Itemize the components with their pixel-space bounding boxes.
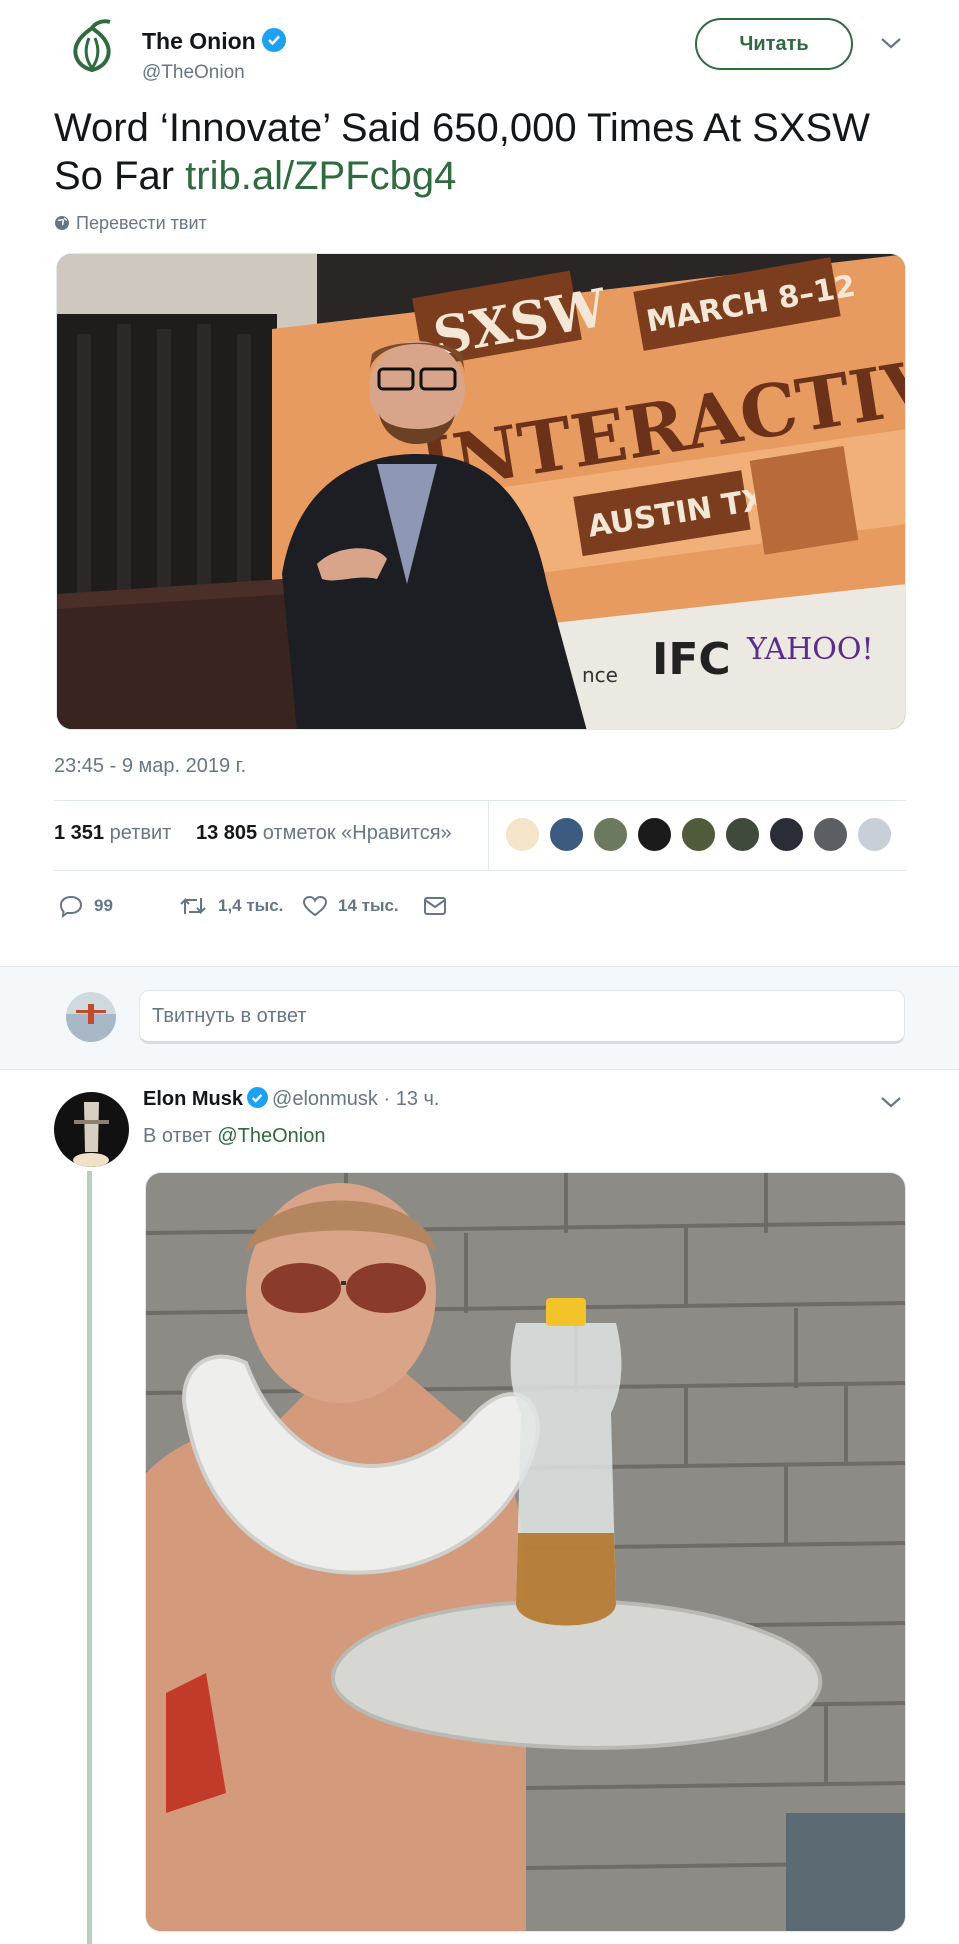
svg-text:nce: nce — [582, 663, 618, 687]
tweet-timestamp[interactable]: 23:45 - 9 мар. 2019 г. — [54, 755, 246, 778]
current-user-avatar — [66, 992, 116, 1042]
retweets-stat[interactable]: 1 351 ретвит — [54, 822, 171, 845]
toilet-seat-photo-illustration — [146, 1173, 905, 1931]
liker-avatar[interactable] — [548, 816, 585, 853]
svg-text:YAHOO!: YAHOO! — [746, 632, 874, 667]
tweet-stats: 1 351 ретвит 13 805 отметок «Нравится» — [54, 800, 906, 870]
tweet-link[interactable]: trib.al/ZPFcbg4 — [185, 154, 456, 198]
thread-line — [87, 1171, 92, 1944]
svg-text:IFC: IFC — [652, 634, 731, 685]
stats-separator — [488, 800, 489, 870]
in-reply-mention[interactable]: @TheOnion — [217, 1125, 325, 1147]
tweet-actions: 99 1,4 тыс. 14 тыс. — [54, 890, 654, 930]
sxsw-photo-illustration: SXSW MARCH 8–12 INTERACTIV AUSTIN TX IFC… — [57, 254, 905, 729]
retweet-button[interactable]: 1,4 тыс. — [178, 890, 283, 922]
follow-button[interactable]: Читать — [695, 18, 853, 70]
reply-input[interactable]: Твитнуть в ответ — [139, 990, 905, 1044]
like-button[interactable]: 14 тыс. — [302, 890, 399, 922]
likes-stat[interactable]: 13 805 отметок «Нравится» — [196, 822, 452, 845]
liker-avatar[interactable] — [680, 816, 717, 853]
liker-avatar[interactable] — [856, 816, 893, 853]
liker-avatar[interactable] — [724, 816, 761, 853]
retweet-icon — [180, 897, 206, 915]
reply-author-handle[interactable]: @elonmusk — [272, 1088, 378, 1110]
tweet-text: Word ‘Innovate’ Said 650,000 Times At SX… — [54, 106, 870, 198]
verified-icon — [261, 28, 286, 52]
tweet-photo[interactable]: SXSW MARCH 8–12 INTERACTIV AUSTIN TX IFC… — [56, 253, 906, 730]
reply-photo[interactable] — [145, 1172, 906, 1932]
chevron-down-icon[interactable] — [880, 1095, 902, 1109]
author-name[interactable]: The Onion — [142, 28, 286, 55]
reply-icon — [59, 895, 83, 918]
globe-icon — [55, 216, 69, 230]
reply-composer: Твитнуть в ответ — [0, 966, 959, 1070]
heart-icon — [302, 895, 328, 917]
liker-avatar[interactable] — [504, 816, 541, 853]
reply-header: Elon Musk @elonmusk · 13 ч. — [143, 1087, 439, 1111]
translate-link[interactable]: Перевести твит — [54, 213, 207, 234]
liker-avatar[interactable] — [592, 816, 629, 853]
dm-icon — [424, 897, 446, 915]
liker-avatar[interactable] — [636, 816, 673, 853]
reply-author-avatar[interactable] — [54, 1092, 129, 1167]
divider — [54, 870, 906, 871]
reply-time[interactable]: · 13 ч. — [383, 1088, 439, 1110]
author-handle[interactable]: @TheOnion — [142, 62, 245, 84]
reply-button[interactable]: 99 — [58, 890, 113, 922]
tweet-header: The Onion @TheOnion Читать — [54, 14, 914, 84]
onion-logo-icon[interactable] — [62, 18, 122, 78]
reply-author-name[interactable]: Elon Musk — [143, 1088, 243, 1110]
verified-icon — [247, 1087, 269, 1108]
in-reply-to: В ответ @TheOnion — [143, 1125, 326, 1147]
chevron-down-icon[interactable] — [880, 36, 902, 50]
liker-avatar[interactable] — [768, 816, 805, 853]
direct-message-button[interactable] — [422, 890, 448, 922]
liker-avatar[interactable] — [812, 816, 849, 853]
